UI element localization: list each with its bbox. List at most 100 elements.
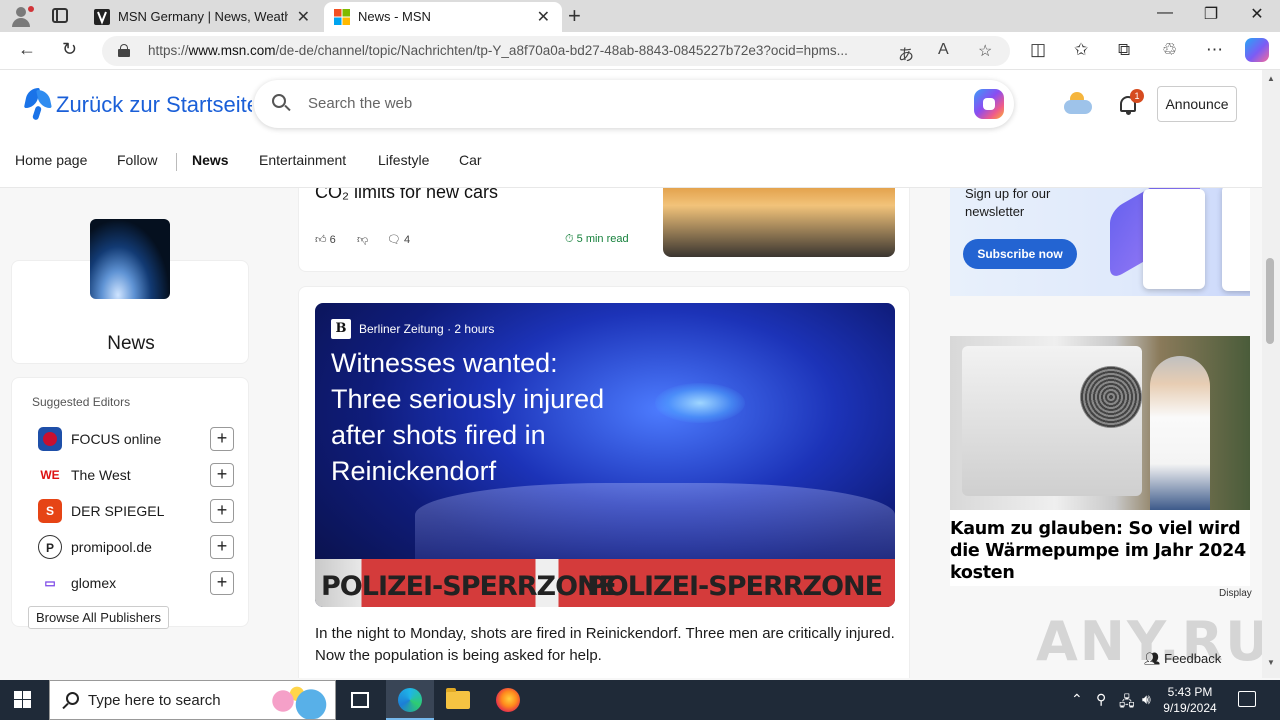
close-window-button[interactable]: ✕: [1234, 4, 1280, 24]
scroll-down-icon[interactable]: ▼: [1267, 658, 1275, 667]
subscribe-button[interactable]: Subscribe now: [963, 239, 1077, 269]
comments-button[interactable]: 🗨︎ 4: [387, 233, 410, 246]
taskbar-clock[interactable]: 5:43 PM 9/19/2024: [1154, 684, 1226, 716]
feedback-button[interactable]: 👥︎ Feedback: [1144, 651, 1221, 667]
promipool-logo-icon: P: [38, 535, 62, 559]
ad-label: Display: [1219, 588, 1252, 599]
weather-icon[interactable]: [1064, 92, 1094, 116]
edge-taskbar-button[interactable]: [386, 680, 434, 720]
favorites-icon[interactable]: ✩: [1074, 40, 1088, 60]
browse-publishers-button[interactable]: Browse All Publishers: [28, 606, 169, 629]
newsletter-banner[interactable]: Sign up for our newsletter Subscribe now: [950, 185, 1250, 296]
more-menu-icon[interactable]: ⋯: [1206, 40, 1223, 60]
ad-title[interactable]: Kaum zu glauben: So viel wird die Wärmep…: [950, 518, 1250, 584]
police-tape-image: POLIZEI-SPERRZONE POLIZEI-SPERRZONE: [315, 559, 895, 607]
editor-item[interactable]: S DER SPIEGEL +: [38, 498, 238, 524]
profile-icon[interactable]: [8, 5, 34, 27]
refresh-icon[interactable]: ↻: [62, 39, 77, 60]
nav-lifestyle[interactable]: Lifestyle: [378, 152, 429, 168]
spiegel-logo-icon: S: [38, 499, 62, 523]
clock-time: 5:43 PM: [1167, 685, 1213, 699]
follow-button[interactable]: +: [210, 463, 234, 487]
nav-follow[interactable]: Follow: [117, 152, 157, 168]
msn-header: Zurück zur Startseite Search the web 1 A…: [0, 70, 1262, 188]
tab-title: News - MSN: [358, 9, 431, 24]
action-center-icon[interactable]: [1238, 691, 1256, 707]
back-to-home-link[interactable]: Zurück zur Startseite: [56, 92, 252, 118]
display-ad[interactable]: Kaum zu glauben: So viel wird die Wärmep…: [950, 336, 1250, 586]
firefox-taskbar-button[interactable]: [484, 680, 532, 720]
page-scrollbar[interactable]: ▲ ▼: [1262, 70, 1280, 678]
task-view-icon: [351, 692, 369, 708]
topic-earth-image: [90, 219, 170, 299]
lock-icon[interactable]: [118, 44, 130, 57]
close-tab-icon[interactable]: ✕: [297, 7, 310, 27]
follow-button[interactable]: +: [210, 535, 234, 559]
article-card[interactable]: POLIZEI-SPERRZONE POLIZEI-SPERRZONE B Be…: [298, 286, 910, 678]
address-bar-row: ← ↻ https://www.msn.com/de-de/channel/to…: [0, 32, 1280, 70]
publisher-logo: B: [331, 319, 351, 339]
favorite-star-icon[interactable]: ☆: [978, 41, 992, 61]
tab-title: MSN Germany | News, Weather,: [118, 9, 288, 24]
new-tab-button[interactable]: +: [568, 3, 581, 29]
edge-icon: [398, 688, 422, 712]
search-highlight-image: [262, 683, 332, 719]
file-explorer-button[interactable]: [434, 680, 482, 720]
nav-entertainment[interactable]: Entertainment: [259, 152, 346, 168]
folder-icon: [446, 688, 470, 709]
volume-icon[interactable]: 🔊︎: [1142, 691, 1151, 708]
announce-button[interactable]: Announce: [1157, 86, 1237, 122]
search-input[interactable]: Search the web: [254, 80, 1014, 128]
like-button[interactable]: 👍︎ 6: [315, 233, 336, 246]
nav-car[interactable]: Car: [459, 152, 482, 168]
article-title[interactable]: Witnesses wanted: Three seriously injure…: [331, 345, 631, 489]
copilot-icon[interactable]: [974, 89, 1004, 119]
nav-news[interactable]: News: [192, 152, 229, 168]
tray-overflow-icon[interactable]: ⌃: [1071, 691, 1083, 708]
notification-badge: 1: [1130, 89, 1144, 103]
follow-button[interactable]: +: [210, 427, 234, 451]
network-icon[interactable]: 🖧︎: [1119, 691, 1135, 715]
translate-icon[interactable]: あ: [898, 41, 914, 65]
split-screen-icon[interactable]: ◫: [1030, 40, 1046, 60]
taskbar-search-input[interactable]: Type here to search: [49, 680, 336, 720]
tab-actions-icon[interactable]: [52, 8, 68, 23]
windows-start-icon[interactable]: [14, 691, 32, 709]
dislike-icon[interactable]: 👎︎: [357, 233, 368, 246]
editor-item[interactable]: FOCUS online +: [38, 426, 238, 452]
follow-button[interactable]: +: [210, 499, 234, 523]
address-input[interactable]: https://www.msn.com/de-de/channel/topic/…: [102, 36, 1010, 66]
back-arrow-icon[interactable]: ←: [18, 39, 36, 60]
extensions-icon[interactable]: ♲: [1162, 40, 1177, 60]
tab-news-msn[interactable]: News - MSN ✕: [324, 2, 562, 32]
search-icon: [62, 692, 80, 710]
close-tab-icon[interactable]: ✕: [537, 7, 550, 27]
nav-divider: [176, 153, 177, 171]
scroll-thumb[interactable]: [1266, 258, 1274, 344]
microsoft-favicon-icon: [334, 9, 350, 25]
article-source: Berliner Zeitung · 2 hours: [359, 322, 495, 336]
follow-button[interactable]: +: [210, 571, 234, 595]
copilot-icon[interactable]: [1245, 38, 1269, 62]
article-hero-image[interactable]: POLIZEI-SPERRZONE POLIZEI-SPERRZONE B Be…: [315, 303, 895, 607]
editor-item[interactable]: ▭ glomex +: [38, 570, 238, 596]
read-aloud-icon[interactable]: A: [938, 41, 949, 59]
suggested-editors-card: Suggested Editors FOCUS online + WE The …: [11, 377, 249, 629]
url-text[interactable]: https://www.msn.com/de-de/channel/topic/…: [148, 43, 888, 58]
nav-home-page[interactable]: Home page: [15, 152, 87, 168]
ad-image[interactable]: [950, 336, 1250, 510]
focus-logo-icon: [38, 427, 62, 451]
scroll-up-icon[interactable]: ▲: [1267, 74, 1275, 83]
glomex-logo-icon: ▭: [38, 571, 62, 595]
task-view-button[interactable]: [336, 680, 384, 720]
windows-taskbar: Type here to search ⌃ ⚲ 🖧︎ 🔊︎ 5:43 PM 9/…: [0, 680, 1280, 720]
restore-button[interactable]: ❐: [1188, 4, 1234, 24]
collections-icon[interactable]: ⧉: [1118, 40, 1130, 60]
editor-item[interactable]: P promipool.de +: [38, 534, 238, 560]
tray-device-icon[interactable]: ⚲: [1096, 691, 1106, 708]
editor-item[interactable]: WE The West +: [38, 462, 238, 488]
minimize-button[interactable]: —: [1142, 4, 1188, 22]
msn-butterfly-icon[interactable]: [23, 88, 52, 121]
msn-news-favicon-icon: [94, 9, 110, 25]
tab-msn-germany[interactable]: MSN Germany | News, Weather, ✕: [84, 2, 322, 32]
